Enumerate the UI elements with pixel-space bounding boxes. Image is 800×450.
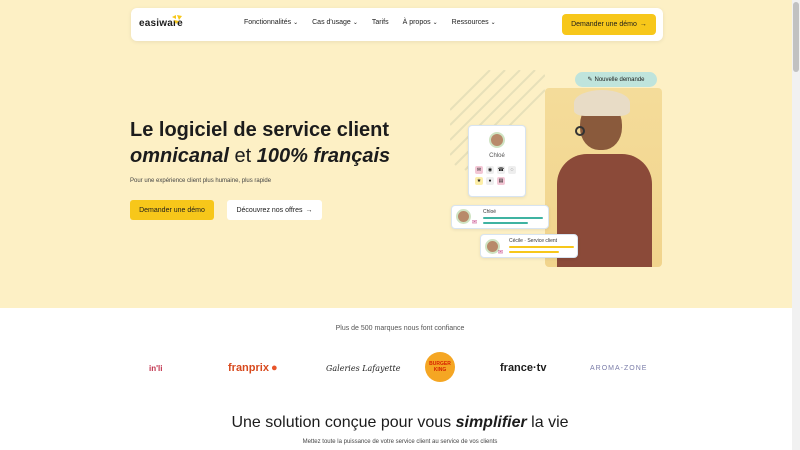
chevron-down-icon: ⌄ [352,20,358,26]
franprix-logo: franprix ● [228,362,278,374]
doc-icon: ▤ [497,177,505,185]
section-title: Une solution conçue pour vous simplifier… [231,414,569,431]
request-demo-nav-button[interactable]: Demander une démo → [562,14,656,35]
hero-subline: Pour une expérience client plus humaine,… [130,178,272,184]
hero-illustration: ✎ Nouvelle demande Chloé ✉ ◉ ☎ ◌ ★ ● ▤ ✉… [450,70,665,270]
email-icon: ✉ [498,250,504,256]
chat-card: ✉ Cécile · Service client [480,234,578,258]
request-demo-button[interactable]: Demander une démo [130,200,214,220]
email-icon: ✉ [475,166,483,174]
hero-section [0,0,800,308]
message-line [483,217,543,219]
user-icon: ● [486,177,494,185]
new-request-badge: ✎ Nouvelle demande [575,72,657,87]
message-line [509,251,559,253]
trust-text: Plus de 500 marques nous font confiance [335,325,465,332]
page-scrollbar[interactable] [792,0,800,450]
avatar [456,209,471,224]
client-logos: in'li franprix ● Galeries Lafayette BURGE… [140,352,660,384]
nav-item-fonctionnalites[interactable]: Fonctionnalités ⌄ [244,19,298,26]
arrow-right-icon: → [639,21,647,28]
chat-icon: ◉ [486,166,494,174]
agent-headwrap [574,90,630,116]
pin-icon: ✎ [587,77,593,83]
hero-headline: Le logiciel de service client omnicanal … [130,119,391,167]
message-line [483,222,528,224]
phone-icon: ☎ [497,166,505,174]
chat-card: ✉ Chloé [451,205,549,229]
inli-logo: in'li [149,363,163,373]
profile-card: Chloé ✉ ◉ ☎ ◌ ★ ● ▤ [468,125,526,197]
star-icon: ★ [475,177,483,185]
main-nav: Fonctionnalités ⌄ Cas d'usage ⌄ Tarifs À p… [244,19,496,26]
chevron-down-icon: ⌄ [490,20,496,26]
francetv-logo: france·tv [500,362,547,374]
galeries-lafayette-logo: Galeries Lafayette [326,363,401,373]
channel-icons: ✉ ◉ ☎ ◌ ★ ● ▤ [475,166,521,185]
nav-item-cas-usage[interactable]: Cas d'usage ⌄ [312,19,358,26]
message-line [509,246,574,248]
email-icon: ✉ [472,220,478,226]
chevron-down-icon: ⌄ [432,20,438,26]
headset-icon [575,126,585,136]
logo-mark-icon [172,15,182,24]
arrow-right-icon: → [305,206,313,214]
nav-item-tarifs[interactable]: Tarifs [372,19,389,26]
top-navbar: easiware Fonctionnalités ⌄ Cas d'usage ⌄ T… [131,8,663,41]
burger-king-logo: BURGER KING [425,352,455,382]
nav-item-ressources[interactable]: Ressources ⌄ [452,19,496,26]
discover-offers-button[interactable]: Découvrez nos offres → [227,200,322,220]
chevron-down-icon: ⌄ [293,20,299,26]
scrollbar-thumb[interactable] [793,2,799,72]
aroma-zone-logo: AROMA-ZONE [590,364,648,372]
apple-icon: ● [270,362,278,374]
message-icon: ◌ [508,166,516,174]
nav-item-a-propos[interactable]: À propos ⌄ [403,19,438,26]
section-subtitle: Mettez toute la puissance de votre servi… [302,439,498,445]
avatar [489,132,505,148]
